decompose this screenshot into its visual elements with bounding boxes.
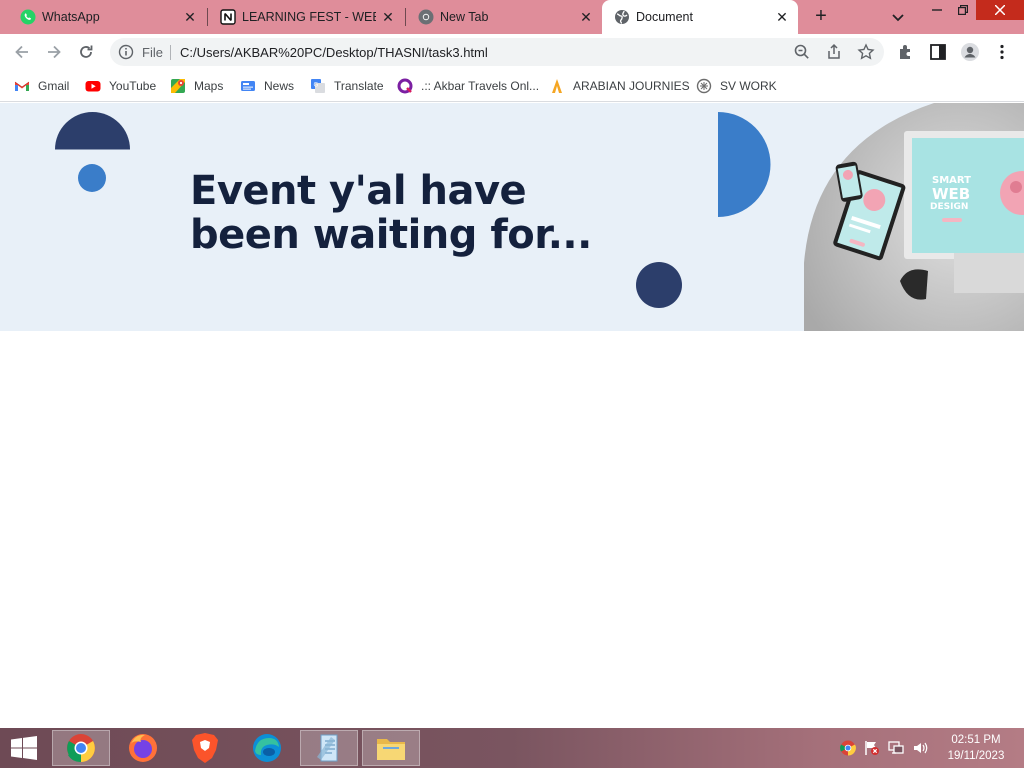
- tab-document[interactable]: Document ✕: [602, 0, 798, 34]
- info-icon[interactable]: [118, 44, 134, 60]
- smart-web-design-image: SMART WEB DESIGN: [804, 103, 1024, 331]
- new-tab-button[interactable]: +: [809, 6, 833, 28]
- tab-new-tab[interactable]: New Tab ✕: [406, 0, 602, 34]
- profile-avatar-icon[interactable]: [960, 42, 980, 62]
- close-icon[interactable]: ✕: [578, 9, 594, 25]
- restore-button[interactable]: [950, 0, 976, 20]
- tray-volume-icon[interactable]: [912, 740, 928, 756]
- minimize-button[interactable]: [924, 0, 950, 20]
- bookmark-gmail[interactable]: Gmail: [14, 76, 69, 96]
- forward-icon[interactable]: [44, 42, 64, 62]
- bookmark-akbar-travels[interactable]: .:: Akbar Travels Onl...: [397, 76, 539, 96]
- zoom-icon[interactable]: [792, 42, 812, 62]
- close-icon[interactable]: ✕: [774, 9, 790, 25]
- bookmark-label: News: [264, 79, 295, 93]
- bookmark-label: .:: Akbar Travels Onl...: [421, 79, 540, 93]
- taskbar-firefox[interactable]: [114, 730, 172, 766]
- reload-icon[interactable]: [76, 42, 96, 62]
- chrome-icon: [418, 9, 434, 25]
- youtube-icon: [85, 78, 101, 94]
- back-icon[interactable]: [12, 42, 32, 62]
- bookmark-youtube[interactable]: YouTube: [85, 76, 156, 96]
- tray-chrome-icon[interactable]: [840, 740, 856, 756]
- maps-icon: [170, 78, 186, 94]
- menu-kebab-icon[interactable]: [992, 42, 1012, 62]
- translate-icon: G: [310, 78, 326, 94]
- notion-icon: [220, 9, 236, 25]
- bookmark-label: Translate: [334, 79, 384, 93]
- window-close-button[interactable]: [976, 0, 1024, 20]
- blue-dot-shape: [78, 164, 106, 192]
- tab-title: WhatsApp: [42, 10, 100, 24]
- arabian-journies-icon: [549, 78, 565, 94]
- side-panel-icon[interactable]: [928, 42, 948, 62]
- tab-learning-fest[interactable]: LEARNING FEST - WEB D ✕: [208, 0, 404, 34]
- bookmark-label: SV WORK: [720, 79, 777, 93]
- clock-time: 02:51 PM: [951, 734, 1001, 746]
- address-bar[interactable]: File C:/Users/AKBAR%20PC/Desktop/THASNI/…: [110, 38, 884, 66]
- close-icon[interactable]: ✕: [380, 9, 396, 25]
- brave-icon: [192, 733, 218, 763]
- tab-title: New Tab: [440, 10, 489, 24]
- globe-icon: [614, 9, 630, 25]
- scheme-label: File: [142, 45, 163, 60]
- whatsapp-icon: [20, 9, 36, 25]
- hero-banner: Event y'al have been waiting for... SMAR…: [0, 103, 1024, 331]
- folder-icon: [377, 739, 405, 760]
- bookmark-label: ARABIAN JOURNIES: [573, 79, 690, 93]
- image-text-design: DESIGN: [930, 202, 968, 212]
- bookmark-arabian-journies[interactable]: ARABIAN JOURNIES: [549, 76, 690, 96]
- extensions-icon[interactable]: [896, 42, 916, 62]
- image-text-web: WEB: [932, 185, 970, 203]
- blue-half-circle-shape: [718, 112, 771, 217]
- headline-line-2: been waiting for...: [190, 212, 592, 258]
- taskbar-file-explorer[interactable]: [362, 730, 420, 766]
- tab-title: Document: [636, 10, 693, 24]
- svg-text:G: G: [314, 82, 319, 89]
- taskbar-notepad[interactable]: [300, 730, 358, 766]
- news-icon: [240, 78, 256, 94]
- bookmark-label: Gmail: [38, 79, 70, 93]
- windows-taskbar: 02:51 PM 19/11/2023: [0, 728, 1024, 768]
- clock-date: 19/11/2023: [947, 750, 1005, 762]
- sv-work-icon: [696, 78, 712, 94]
- firefox-icon: [129, 734, 157, 762]
- bookmarks-bar: Gmail YouTube Maps News G Translate .:: …: [0, 70, 1024, 102]
- bookmark-translate[interactable]: G Translate: [310, 76, 384, 96]
- bookmark-label: Maps: [194, 79, 224, 93]
- tab-strip: WhatsApp ✕ LEARNING FEST - WEB D ✕ New T…: [0, 0, 1024, 34]
- browser-toolbar: File C:/Users/AKBAR%20PC/Desktop/THASNI/…: [0, 34, 1024, 70]
- close-icon[interactable]: ✕: [182, 9, 198, 25]
- taskbar-chrome[interactable]: [52, 730, 110, 766]
- windows-logo-icon: [11, 736, 37, 760]
- bookmark-star-icon[interactable]: [856, 42, 876, 62]
- url-text[interactable]: C:/Users/AKBAR%20PC/Desktop/THASNI/task3…: [180, 45, 488, 60]
- notepad-icon: [317, 734, 338, 762]
- hero-headline: Event y'al have been waiting for...: [190, 169, 592, 257]
- bookmark-sv-work[interactable]: SV WORK: [696, 76, 777, 96]
- chrome-icon: [67, 734, 95, 763]
- gmail-icon: [14, 78, 30, 94]
- navy-circle-shape: [636, 262, 682, 308]
- tab-title: LEARNING FEST - WEB D: [242, 10, 376, 24]
- edge-icon: [253, 734, 281, 762]
- tray-security-flag-icon[interactable]: [864, 740, 880, 756]
- omnibox-divider: [170, 45, 171, 60]
- taskbar-edge[interactable]: [238, 730, 296, 766]
- taskbar-brave[interactable]: [176, 730, 234, 766]
- navy-half-circle-shape: [55, 112, 130, 150]
- share-icon[interactable]: [824, 42, 844, 62]
- bookmark-label: YouTube: [109, 79, 157, 93]
- bookmark-maps[interactable]: Maps: [170, 76, 223, 96]
- start-button[interactable]: [0, 730, 48, 766]
- tab-search-button[interactable]: [888, 7, 908, 27]
- tab-whatsapp[interactable]: WhatsApp ✕: [8, 0, 206, 34]
- headline-line-1: Event y'al have: [190, 168, 527, 214]
- akbar-travels-icon: [397, 78, 413, 94]
- system-clock[interactable]: 02:51 PM 19/11/2023: [938, 732, 1014, 764]
- bookmark-news[interactable]: News: [240, 76, 294, 96]
- tray-network-icon[interactable]: [888, 740, 904, 756]
